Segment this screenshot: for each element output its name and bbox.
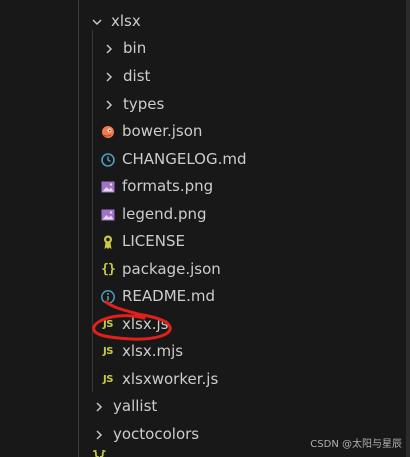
image-icon <box>99 206 117 224</box>
file-label: package.json <box>122 260 221 278</box>
file-changelog-md[interactable]: CHANGELOG.md <box>0 146 410 173</box>
js-icon: JS <box>99 371 117 389</box>
folder-label: yoctocolors <box>113 425 200 443</box>
file-license[interactable]: LICENSE <box>0 228 410 255</box>
file-legend-png[interactable]: legend.png <box>0 201 410 228</box>
folder-label: bin <box>123 39 147 57</box>
folder-label: types <box>123 95 165 113</box>
watermark: CSDN @太阳与星辰 <box>310 439 402 450</box>
folder-dist[interactable]: dist <box>0 63 410 90</box>
image-icon <box>99 178 117 196</box>
chevron-right-icon <box>101 41 117 57</box>
braces-glyph: {} <box>92 450 107 457</box>
file-label: LICENSE <box>122 232 185 250</box>
folder-label: xlsx <box>111 12 141 30</box>
clock-icon <box>99 151 117 169</box>
file-label: legend.png <box>122 205 207 223</box>
chevron-right-icon <box>91 427 107 443</box>
file-label: formats.png <box>122 177 214 195</box>
file-package-json[interactable]: {} package.json <box>0 256 410 283</box>
file-explorer: xlsx bin dist types bower.json CHANGELOG… <box>0 0 410 457</box>
partial-row: {} <box>0 450 406 457</box>
file-label: CHANGELOG.md <box>122 150 247 168</box>
chevron-right-icon <box>101 69 117 85</box>
folder-types[interactable]: types <box>0 91 410 118</box>
chevron-right-icon <box>101 97 117 113</box>
bower-icon <box>99 123 117 141</box>
js-icon: JS <box>99 343 117 361</box>
chevron-right-icon <box>91 399 107 415</box>
js-glyph: JS <box>103 319 113 330</box>
chevron-down-icon <box>89 14 105 30</box>
file-label: xlsxworker.js <box>122 370 219 388</box>
braces-icon: {} <box>99 261 117 279</box>
file-readme-md[interactable]: README.md <box>0 283 410 310</box>
folder-bin[interactable]: bin <box>0 35 410 62</box>
js-icon: JS <box>99 316 117 334</box>
folder-xlsx[interactable]: xlsx <box>0 8 410 35</box>
file-xlsxworker-js[interactable]: JS xlsxworker.js <box>0 366 410 393</box>
js-glyph: JS <box>103 374 113 385</box>
braces-glyph: {} <box>101 262 116 277</box>
file-label: xlsx.mjs <box>122 342 184 360</box>
license-icon <box>99 233 117 251</box>
info-icon <box>99 288 117 306</box>
file-label: README.md <box>122 287 216 305</box>
file-label: xlsx.js <box>122 315 169 333</box>
folder-label: dist <box>123 67 151 85</box>
folder-yallist[interactable]: yallist <box>0 393 410 420</box>
file-xlsx-js[interactable]: JS xlsx.js <box>0 311 410 338</box>
js-glyph: JS <box>103 346 113 357</box>
file-label: bower.json <box>122 122 203 140</box>
file-formats-png[interactable]: formats.png <box>0 173 410 200</box>
folder-label: yallist <box>113 397 158 415</box>
file-bower-json[interactable]: bower.json <box>0 118 410 145</box>
file-xlsx-mjs[interactable]: JS xlsx.mjs <box>0 338 410 365</box>
